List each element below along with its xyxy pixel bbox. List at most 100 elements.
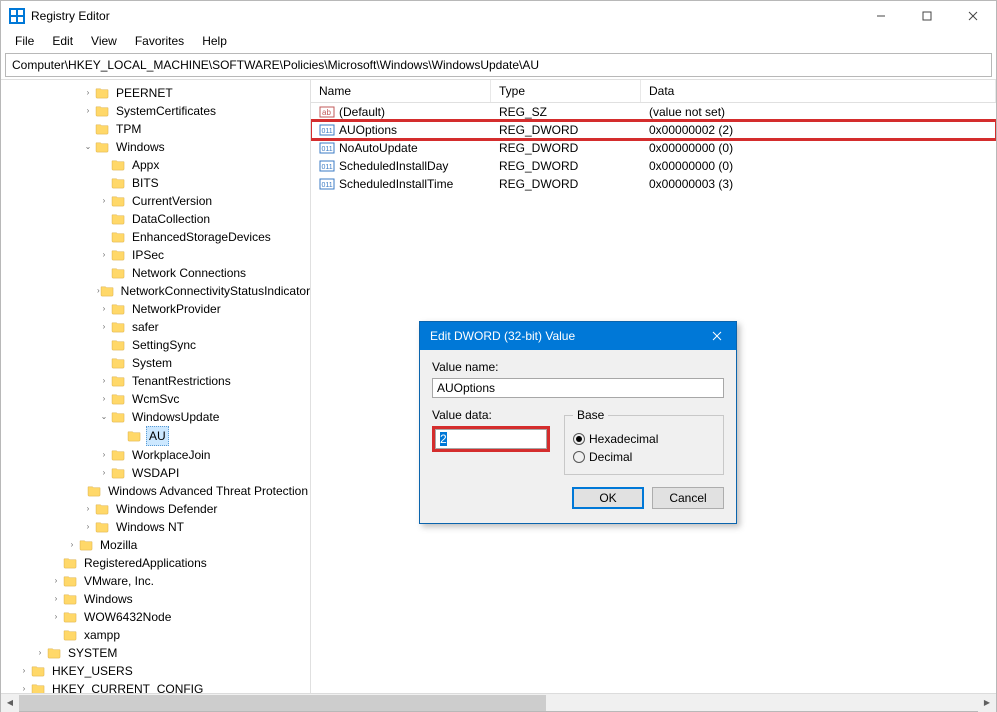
tree-node[interactable]: ›Windows [1, 590, 310, 608]
chevron-right-icon[interactable]: › [97, 392, 111, 406]
chevron-right-icon[interactable]: › [97, 448, 111, 462]
tree-node[interactable]: ›WcmSvc [1, 390, 310, 408]
folder-icon [111, 267, 126, 279]
tree-node[interactable]: › NetworkProvider [1, 300, 310, 318]
menu-favorites[interactable]: Favorites [127, 32, 192, 50]
ok-button[interactable]: OK [572, 487, 644, 509]
tree-node[interactable]: ⌄ WindowsUpdate [1, 408, 310, 426]
menu-edit[interactable]: Edit [44, 32, 81, 50]
chevron-down-icon[interactable]: ⌄ [81, 140, 95, 154]
chevron-right-icon[interactable]: › [81, 104, 95, 118]
tree-node[interactable]: › WSDAPI [1, 464, 310, 482]
menu-view[interactable]: View [83, 32, 125, 50]
scrollbar-track[interactable] [19, 694, 978, 712]
tree-node[interactable]: ›Mozilla [1, 536, 310, 554]
folder-icon [95, 503, 110, 515]
tree-node[interactable]: Network Connections [1, 264, 310, 282]
chevron-right-icon[interactable]: › [97, 320, 111, 334]
chevron-right-icon[interactable]: › [97, 466, 111, 480]
chevron-right-icon[interactable]: › [97, 302, 111, 316]
tree-node-label: Windows NT [114, 518, 186, 536]
tree-node[interactable]: Windows Advanced Threat Protection [1, 482, 310, 500]
menu-file[interactable]: File [7, 32, 42, 50]
chevron-down-icon[interactable]: ⌄ [97, 410, 111, 424]
chevron-right-icon[interactable]: › [65, 538, 79, 552]
chevron-right-icon[interactable]: › [97, 248, 111, 262]
chevron-right-icon[interactable]: › [97, 374, 111, 388]
dword-value-icon: 011 [319, 176, 335, 192]
list-row[interactable]: 011ScheduledInstallDayREG_DWORD0x0000000… [311, 157, 996, 175]
tree-node[interactable]: › WorkplaceJoin [1, 446, 310, 464]
tree-node[interactable]: ›safer [1, 318, 310, 336]
tree-pane[interactable]: ›PEERNET›SystemCertificatesTPM⌄WindowsAp… [1, 80, 311, 695]
tree-node[interactable]: ›Windows Defender [1, 500, 310, 518]
tree-node[interactable]: ›NetworkConnectivityStatusIndicator [1, 282, 310, 300]
tree-node[interactable]: ›VMware, Inc. [1, 572, 310, 590]
spacer-icon [97, 158, 111, 172]
tree-node[interactable]: AU [1, 426, 310, 446]
list-row[interactable]: ab(Default)REG_SZ(value not set) [311, 103, 996, 121]
col-type[interactable]: Type [491, 80, 641, 102]
tree-node[interactable]: BITS [1, 174, 310, 192]
scrollbar-thumb[interactable] [19, 695, 546, 711]
cancel-button[interactable]: Cancel [652, 487, 724, 509]
tree-node-label: xampp [82, 626, 122, 644]
radio-hex-row[interactable]: Hexadecimal [573, 432, 715, 446]
col-name[interactable]: Name [311, 80, 491, 102]
svg-text:ab: ab [322, 108, 331, 117]
tree-node[interactable]: ›IPSec [1, 246, 310, 264]
tree-node-label: WindowsUpdate [130, 408, 221, 426]
radio-hex[interactable] [573, 433, 585, 445]
radio-dec[interactable] [573, 451, 585, 463]
folder-icon [63, 593, 78, 605]
tree-node[interactable]: RegisteredApplications [1, 554, 310, 572]
list-row[interactable]: 011AUOptionsREG_DWORD0x00000002 (2) [311, 121, 996, 139]
tree-node[interactable]: DataCollection [1, 210, 310, 228]
tree-node[interactable]: ›HKEY_USERS [1, 662, 310, 680]
tree-node[interactable]: ›WOW6432Node [1, 608, 310, 626]
list-row[interactable]: 011NoAutoUpdateREG_DWORD0x00000000 (0) [311, 139, 996, 157]
chevron-right-icon[interactable]: › [17, 664, 31, 678]
address-bar[interactable]: Computer\HKEY_LOCAL_MACHINE\SOFTWARE\Pol… [5, 53, 992, 77]
value-data-input[interactable]: 2 [435, 429, 547, 449]
tree-node[interactable]: xampp [1, 626, 310, 644]
chevron-right-icon[interactable]: › [33, 646, 47, 660]
tree-node[interactable]: ⌄Windows [1, 138, 310, 156]
chevron-right-icon[interactable]: › [81, 520, 95, 534]
spacer-icon [97, 266, 111, 280]
dialog-close-button[interactable] [704, 326, 730, 346]
tree-node-label: WSDAPI [130, 464, 181, 482]
col-data[interactable]: Data [641, 80, 996, 102]
tree-node[interactable]: TPM [1, 120, 310, 138]
chevron-right-icon[interactable]: › [49, 610, 63, 624]
chevron-right-icon[interactable]: › [81, 86, 95, 100]
tree-node[interactable]: System [1, 354, 310, 372]
tree-node[interactable]: SettingSync [1, 336, 310, 354]
chevron-right-icon[interactable]: › [49, 592, 63, 606]
tree-node[interactable]: ›SystemCertificates [1, 102, 310, 120]
tree-node[interactable]: ›CurrentVersion [1, 192, 310, 210]
tree-node[interactable]: ›SYSTEM [1, 644, 310, 662]
close-button[interactable] [950, 1, 996, 31]
tree-node-label: WorkplaceJoin [130, 446, 212, 464]
tree-node[interactable]: › Windows NT [1, 518, 310, 536]
dialog-titlebar[interactable]: Edit DWORD (32-bit) Value [420, 322, 736, 350]
chevron-right-icon[interactable]: › [81, 502, 95, 516]
value-name-input[interactable] [432, 378, 724, 398]
chevron-right-icon[interactable]: › [49, 574, 63, 588]
tree-node[interactable]: ›PEERNET [1, 84, 310, 102]
tree-node-label: NetworkProvider [130, 300, 223, 318]
maximize-button[interactable] [904, 1, 950, 31]
horizontal-scrollbar[interactable]: ◀ ▶ [1, 693, 996, 711]
tree-node[interactable]: Appx [1, 156, 310, 174]
tree-node[interactable]: ›TenantRestrictions [1, 372, 310, 390]
list-row[interactable]: 011ScheduledInstallTimeREG_DWORD0x000000… [311, 175, 996, 193]
scroll-right-icon[interactable]: ▶ [978, 694, 996, 712]
menu-help[interactable]: Help [194, 32, 235, 50]
radio-dec-row[interactable]: Decimal [573, 450, 715, 464]
chevron-right-icon[interactable]: › [97, 194, 111, 208]
minimize-button[interactable] [858, 1, 904, 31]
scroll-left-icon[interactable]: ◀ [1, 694, 19, 712]
tree-node[interactable]: EnhancedStorageDevices [1, 228, 310, 246]
dialog-title: Edit DWORD (32-bit) Value [430, 329, 575, 343]
